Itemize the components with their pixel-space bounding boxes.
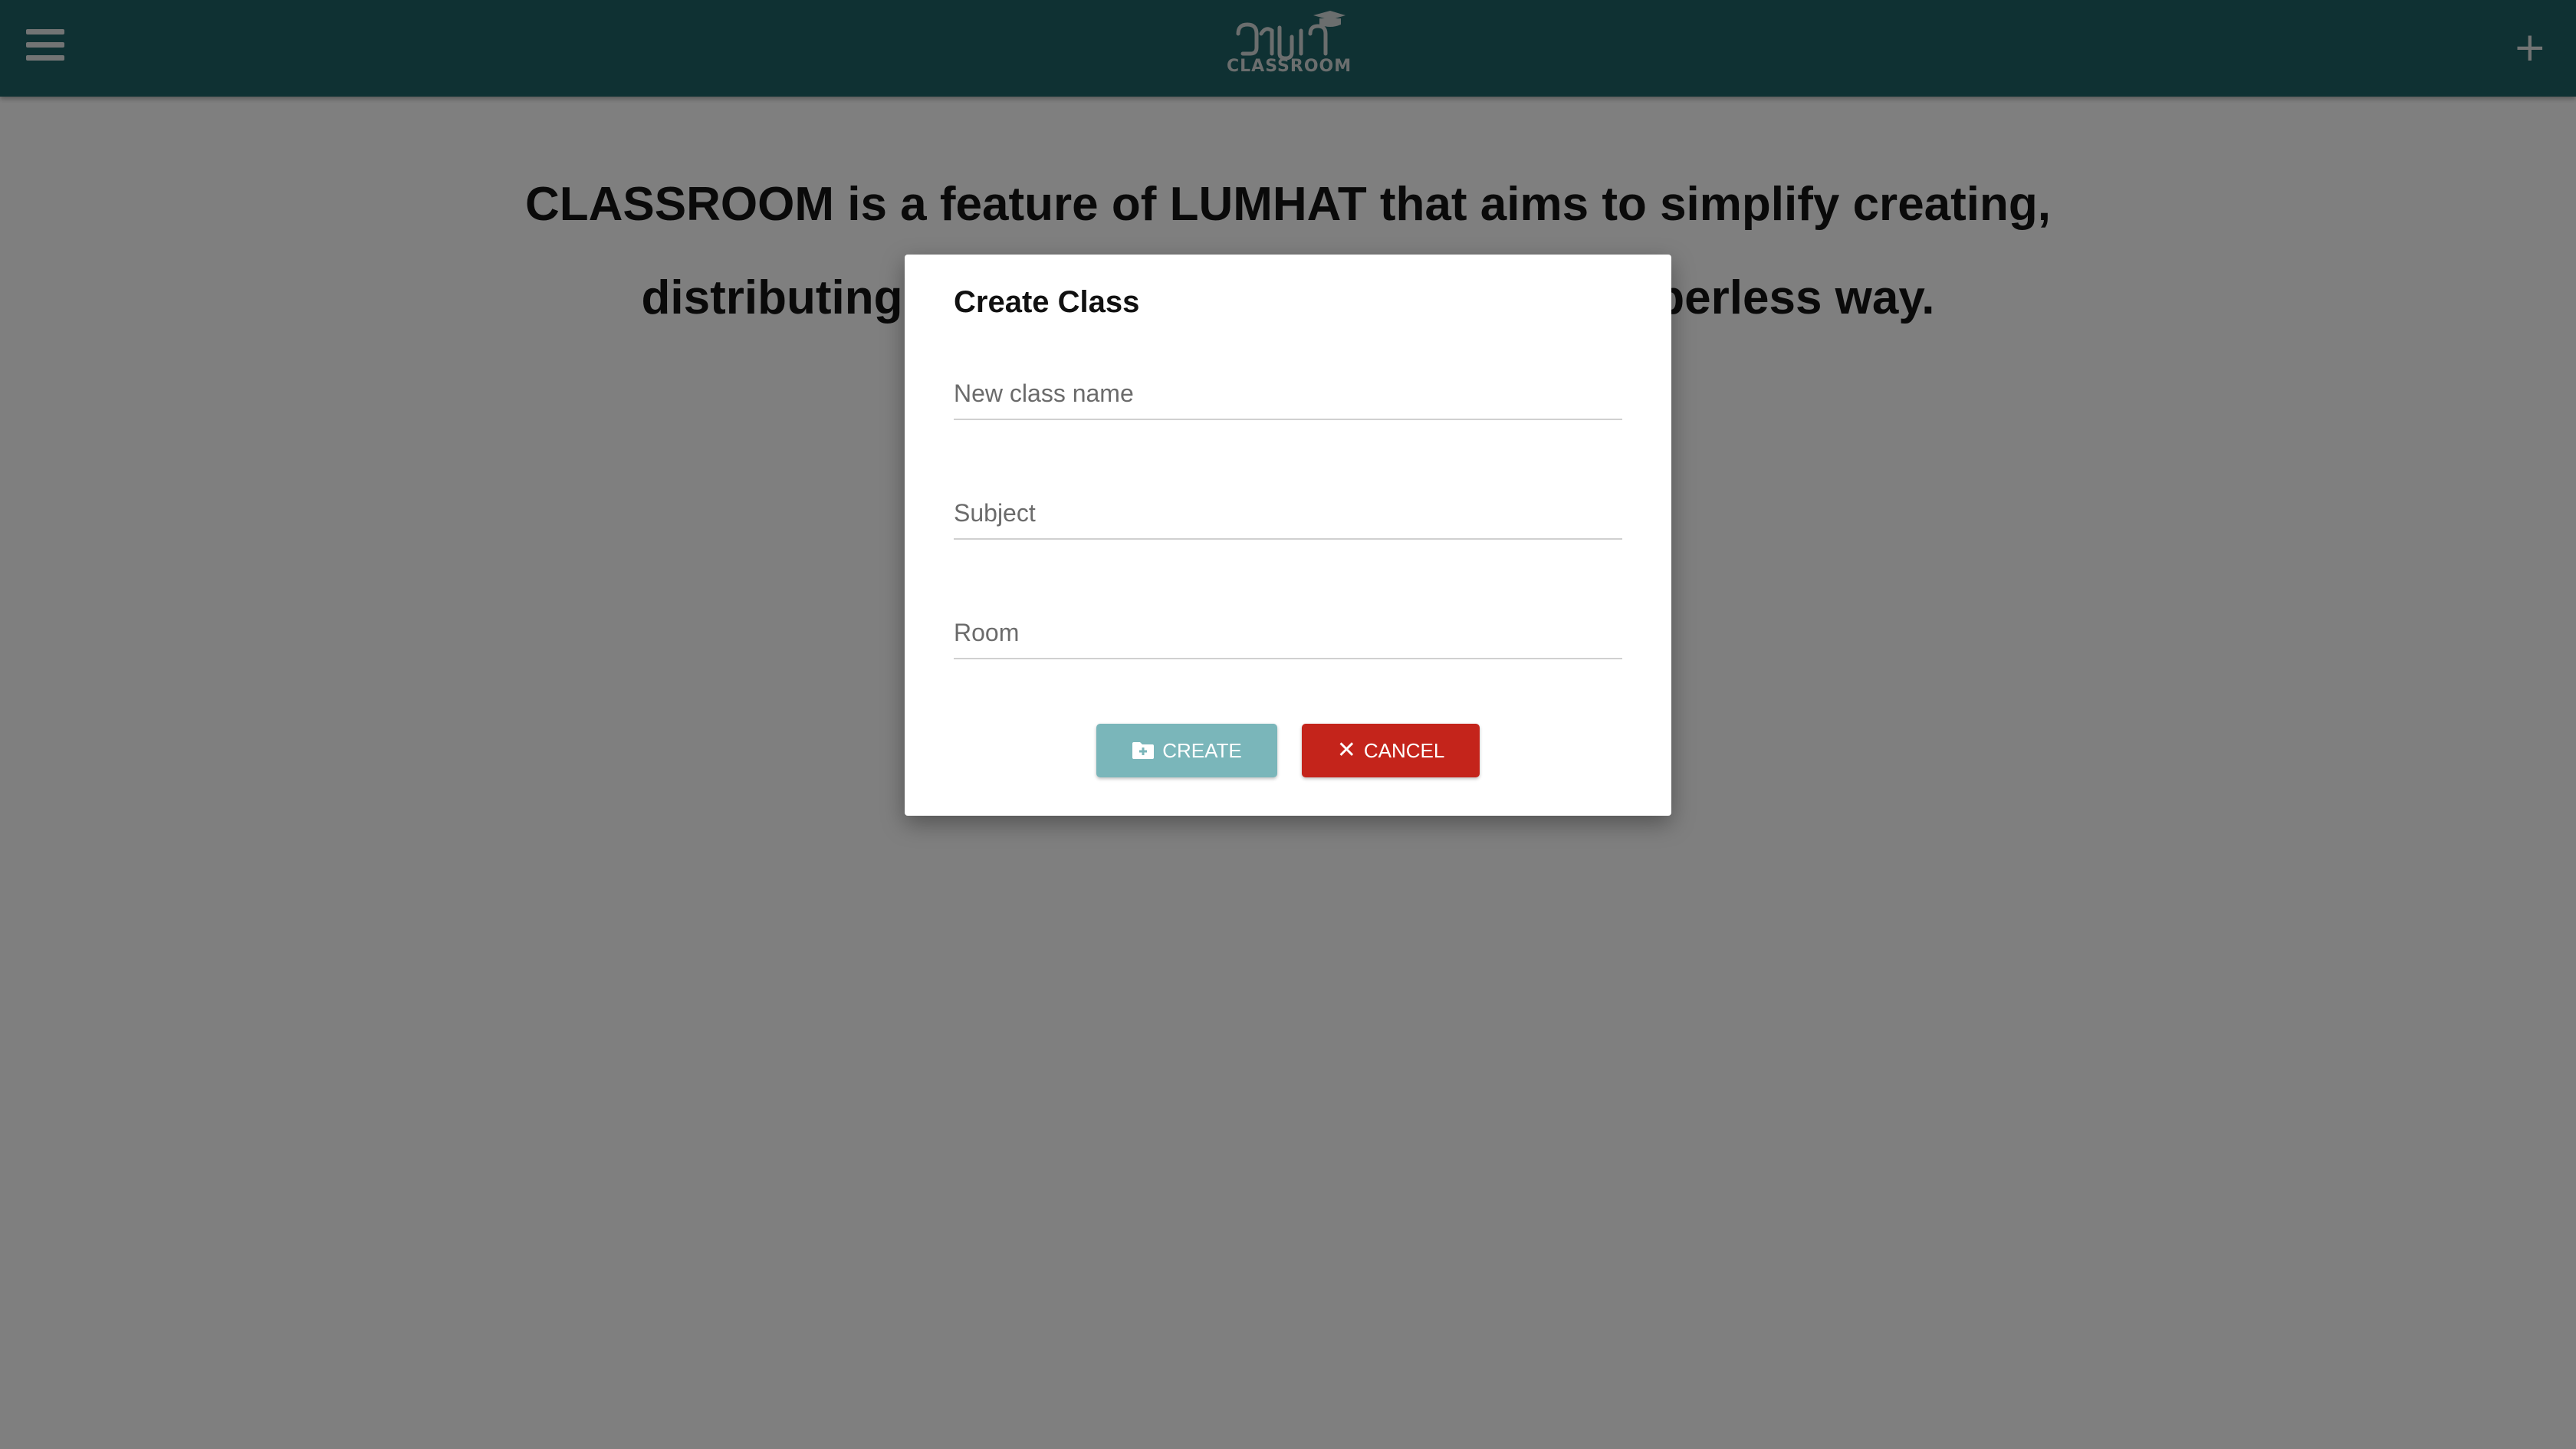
create-button[interactable]: CREATE	[1096, 724, 1277, 777]
class-name-field	[954, 368, 1622, 422]
class-name-input[interactable]	[954, 368, 1622, 420]
subject-input[interactable]	[954, 488, 1622, 540]
dialog-actions: CREATE ✕ CANCEL	[905, 724, 1671, 777]
cancel-button-label: CANCEL	[1363, 738, 1445, 762]
room-input[interactable]	[954, 607, 1622, 659]
room-field	[954, 607, 1622, 661]
dialog-title: Create Class	[954, 285, 1140, 319]
create-button-label: CREATE	[1162, 738, 1242, 762]
close-icon: ✕	[1336, 737, 1356, 764]
subject-field	[954, 488, 1622, 541]
folder-plus-icon	[1132, 741, 1155, 760]
create-class-dialog: Create Class CREATE ✕ CANCEL	[905, 255, 1671, 816]
cancel-button[interactable]: ✕ CANCEL	[1302, 724, 1480, 777]
